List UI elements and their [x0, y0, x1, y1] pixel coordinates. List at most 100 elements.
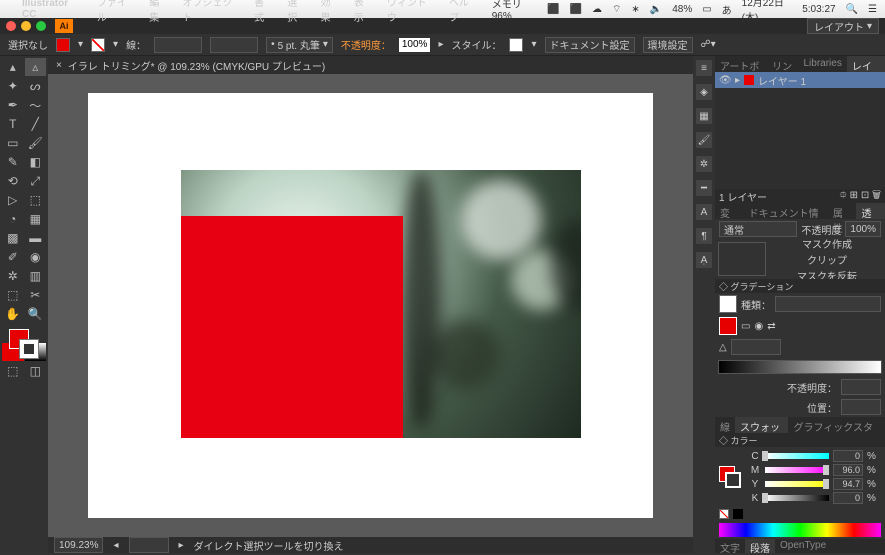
- volume-icon[interactable]: 🔈: [650, 4, 662, 15]
- menu-help[interactable]: ヘルプ: [449, 0, 478, 24]
- tab-transform[interactable]: 変形: [715, 203, 744, 219]
- tab-paragraph[interactable]: 段落: [745, 539, 775, 553]
- c-slider[interactable]: [765, 453, 829, 459]
- zoom-tool[interactable]: 🔍: [25, 305, 47, 323]
- menu-view[interactable]: 表示: [354, 0, 373, 24]
- nav-next[interactable]: ▸: [179, 540, 184, 551]
- rotate-tool[interactable]: ⟲: [2, 172, 24, 190]
- screen-mode[interactable]: ⬚: [2, 362, 24, 380]
- maximize-window[interactable]: [36, 21, 46, 31]
- graph-tool[interactable]: ▥: [25, 267, 47, 285]
- gradient-tool[interactable]: ▬: [25, 229, 47, 247]
- new-layer-icon[interactable]: ⊡: [861, 190, 869, 201]
- doc-setup-button[interactable]: ドキュメント設定: [545, 37, 635, 53]
- spotlight-icon[interactable]: 🔍: [846, 4, 858, 15]
- eyedropper-tool[interactable]: ✐: [2, 248, 24, 266]
- direct-select-tool[interactable]: ▵: [25, 58, 47, 76]
- grad-type-dd[interactable]: [775, 296, 881, 312]
- shape-builder-tool[interactable]: ◔: [2, 210, 24, 228]
- menu-select[interactable]: 選択: [287, 0, 306, 24]
- disclosure-icon[interactable]: ▸: [735, 75, 740, 86]
- width-tool[interactable]: ▷: [2, 191, 24, 209]
- magic-wand-tool[interactable]: ✦: [2, 77, 24, 95]
- layer-name[interactable]: レイヤー 1: [758, 73, 806, 88]
- bluetooth-icon[interactable]: ∗: [631, 4, 639, 15]
- zoom-level[interactable]: 109.23%: [54, 537, 103, 553]
- cloud-icon[interactable]: ☁: [592, 4, 602, 15]
- grad-reverse-icon[interactable]: ⇄: [767, 321, 775, 332]
- scale-tool[interactable]: ⤢: [25, 172, 47, 190]
- menu-effect[interactable]: 効果: [321, 0, 340, 24]
- artboard-nav[interactable]: [129, 537, 169, 553]
- shaper-tool[interactable]: ✎: [2, 153, 24, 171]
- cp-symbols-icon[interactable]: ✲: [696, 156, 712, 172]
- layer-row[interactable]: 👁 ▸ レイヤー 1: [715, 72, 885, 88]
- tab-attributes[interactable]: 属性: [828, 203, 857, 219]
- tab-opentype[interactable]: OpenType: [775, 539, 831, 553]
- slice-tool[interactable]: ✂: [25, 286, 47, 304]
- tab-docinfo[interactable]: ドキュメント情報: [744, 203, 828, 219]
- k-value[interactable]: 0: [833, 492, 863, 504]
- m-value[interactable]: 96.0: [833, 464, 863, 476]
- cp-char-icon[interactable]: A: [696, 204, 712, 220]
- locate-icon[interactable]: ⯐: [839, 190, 847, 201]
- ime-icon[interactable]: あ: [722, 2, 732, 17]
- gradient-slider[interactable]: [718, 360, 882, 374]
- lasso-tool[interactable]: ᔕ: [25, 77, 47, 95]
- tab-close[interactable]: ×: [56, 60, 62, 71]
- grad-pos[interactable]: [841, 399, 881, 415]
- minimize-window[interactable]: [21, 21, 31, 31]
- tab-artboards[interactable]: アートボード: [715, 56, 767, 72]
- grad-linear-icon[interactable]: ▭: [741, 321, 750, 332]
- var-width-dd[interactable]: [210, 37, 258, 53]
- type-tool[interactable]: T: [2, 115, 24, 133]
- workspace-switcher[interactable]: レイアウト ▾: [807, 18, 879, 34]
- color-stroke[interactable]: [725, 472, 741, 488]
- tab-character[interactable]: 文字: [715, 539, 745, 553]
- menu-type[interactable]: 書式: [254, 0, 273, 24]
- cp-color-icon[interactable]: ◈: [696, 84, 712, 100]
- stroke-weight-dd[interactable]: [154, 37, 202, 53]
- grad-radial-icon[interactable]: ◉: [754, 321, 763, 332]
- app-name[interactable]: Illustrator CC: [22, 0, 83, 20]
- battery-icon[interactable]: ▭: [702, 4, 711, 15]
- rect-tool[interactable]: ▭: [2, 134, 24, 152]
- style-swatch[interactable]: [509, 38, 523, 52]
- y-slider[interactable]: [765, 481, 829, 487]
- free-transform-tool[interactable]: ⬚: [25, 191, 47, 209]
- new-sublayer-icon[interactable]: ⊞: [850, 190, 858, 201]
- blend-tool[interactable]: ◉: [25, 248, 47, 266]
- tab-links[interactable]: リンク: [767, 56, 798, 72]
- close-window[interactable]: [6, 21, 16, 31]
- draw-mode[interactable]: ◫: [25, 362, 47, 380]
- gradient-title[interactable]: ◇ グラデーション: [715, 279, 885, 293]
- artboard[interactable]: [88, 93, 653, 518]
- tab-stroke[interactable]: 線: [715, 417, 735, 433]
- dropbox-icon[interactable]: ⬛: [570, 4, 582, 15]
- tab-swatches[interactable]: スウォッチ: [735, 417, 788, 433]
- pen-tool[interactable]: ✒: [2, 96, 24, 114]
- eraser-tool[interactable]: ◧: [25, 153, 47, 171]
- grad-fill-icon[interactable]: [719, 317, 737, 335]
- m-slider[interactable]: [765, 467, 829, 473]
- line-tool[interactable]: ╱: [25, 115, 47, 133]
- tab-libraries[interactable]: Libraries: [798, 56, 846, 72]
- stroke-swatch[interactable]: [91, 38, 105, 52]
- visibility-icon[interactable]: 👁: [719, 75, 731, 86]
- fill-swatch[interactable]: [56, 38, 70, 52]
- cp-brushes-icon[interactable]: 🖌: [696, 132, 712, 148]
- none-swatch[interactable]: [719, 509, 729, 519]
- tab-graphic-styles[interactable]: グラフィックスタイル: [788, 417, 885, 433]
- black-swatch[interactable]: [733, 509, 743, 519]
- menu-edit[interactable]: 編集: [149, 0, 168, 24]
- c-value[interactable]: 0: [833, 450, 863, 462]
- brush-dd[interactable]: •5 pt. 丸筆▾: [266, 37, 333, 53]
- mesh-tool[interactable]: ▩: [2, 229, 24, 247]
- menu-file[interactable]: ファイル: [97, 0, 135, 24]
- symbol-spray-tool[interactable]: ✲: [2, 267, 24, 285]
- clip-check[interactable]: クリップ: [769, 252, 885, 267]
- y-value[interactable]: 94.7: [833, 478, 863, 490]
- delete-layer-icon[interactable]: 🗑: [872, 190, 881, 201]
- align-icon[interactable]: ☍▾: [701, 39, 716, 50]
- perspective-tool[interactable]: ▦: [25, 210, 47, 228]
